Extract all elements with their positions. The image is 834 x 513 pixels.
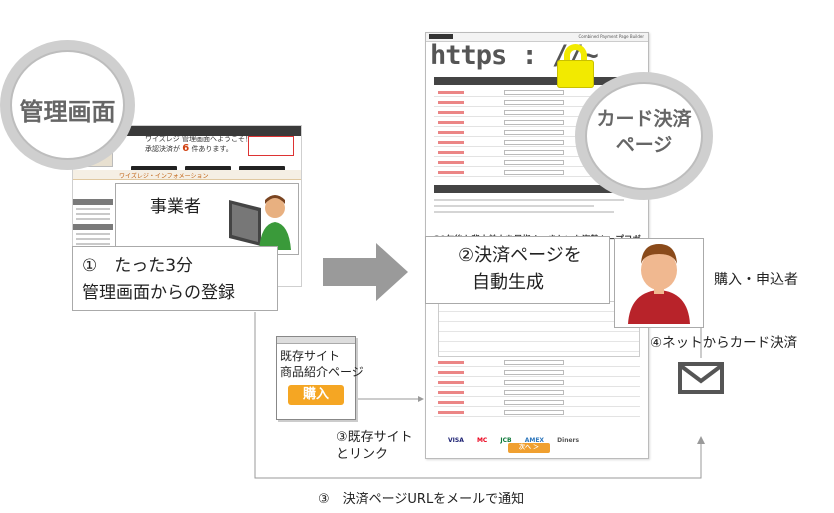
next-button[interactable]: 次へ ＞	[508, 443, 550, 453]
admin-info-bar: ワイズレジ・インフォメーション	[73, 170, 301, 180]
step2-line2: 自動生成	[472, 272, 544, 293]
step1-line1: ① たった3分	[82, 256, 194, 276]
operator-label: 事業者	[150, 197, 201, 217]
step3-link-line2: とリンク	[336, 447, 389, 462]
admin-alert-box	[248, 136, 294, 156]
count-value: 6	[182, 143, 190, 154]
padlock-body	[557, 60, 594, 88]
count-suffix: 件あります。	[191, 145, 233, 153]
mail-icon	[678, 362, 724, 394]
step1-line2: 管理画面からの登録	[82, 283, 235, 303]
step4-label: ④ネットからカード決済	[650, 335, 798, 351]
payment-page-header-text: Combined Payment Page Builder	[578, 34, 644, 39]
site-link-arrowhead	[418, 396, 424, 402]
existing-site-line1: 既存サイト	[280, 349, 341, 363]
payment-badge-line1: カード決済	[596, 108, 692, 130]
admin-button-row	[131, 158, 301, 192]
computer-icon	[225, 188, 295, 253]
payment-order-table	[438, 301, 640, 357]
flow-arrow	[323, 243, 408, 301]
step2-line1: ②決済ページを	[458, 245, 582, 266]
card-brand: Diners	[557, 437, 580, 444]
step3-email-label: ③ 決済ページURLをメールで通知	[318, 492, 525, 507]
email-connector-arrowhead	[697, 436, 705, 444]
purchaser-label: 購入・申込者	[714, 272, 798, 288]
existing-site-line2: 商品紹介ページ	[280, 365, 364, 379]
card-brand: MC	[476, 437, 488, 444]
payment-badge-line2: ページ	[615, 134, 673, 156]
buy-button[interactable]: 購入	[288, 385, 344, 405]
existing-site-titlebar	[277, 337, 355, 344]
admin-pending-count: 承認決済が 6 件あります。	[145, 143, 233, 154]
person-icon	[620, 240, 698, 324]
payment-page-logo	[429, 34, 453, 39]
count-prefix: 承認決済が	[145, 145, 180, 153]
admin-info-bar-text: ワイズレジ・インフォメーション	[119, 173, 209, 180]
admin-badge-label: 管理画面	[19, 98, 116, 126]
card-brand: VISA	[448, 437, 464, 444]
